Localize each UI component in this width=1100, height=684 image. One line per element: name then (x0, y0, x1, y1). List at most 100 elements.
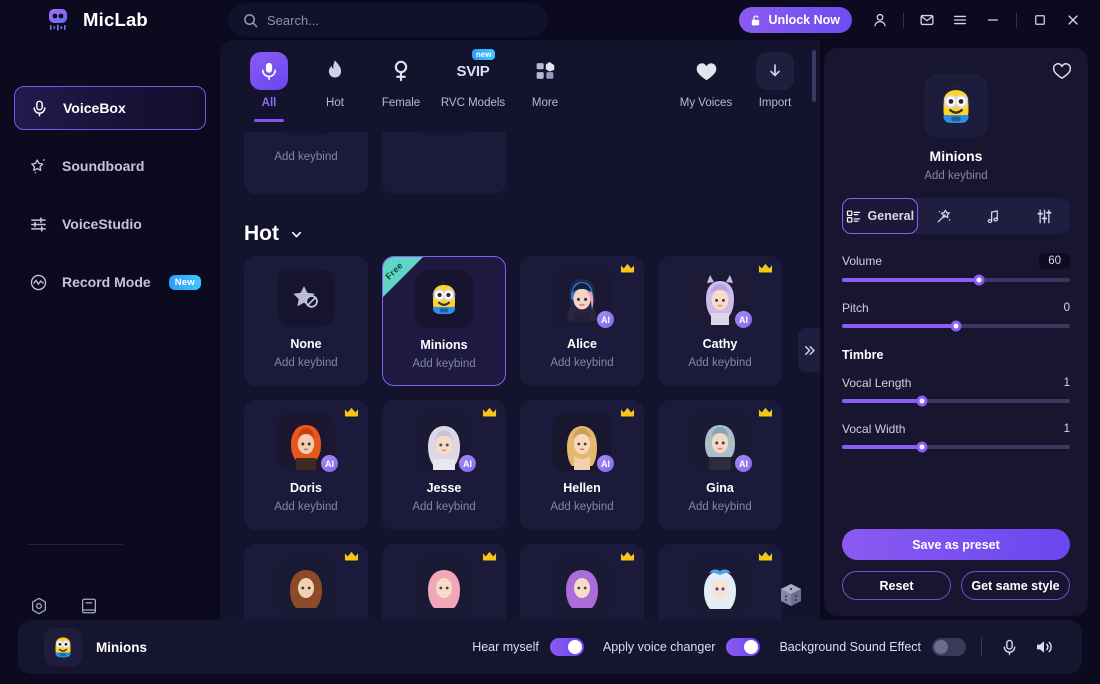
grid-scrollbar[interactable] (812, 50, 816, 102)
sidebar-item-voicebox[interactable]: VoiceBox (14, 86, 206, 130)
voice-keybind[interactable]: Add keybind (688, 357, 751, 369)
expand-panel-button[interactable] (798, 328, 820, 372)
voice-card-cathy[interactable]: AI Cathy Add keybind (658, 256, 782, 386)
slider-track[interactable] (842, 274, 1070, 286)
grid-squares-icon (526, 52, 564, 90)
speaker-button[interactable] (1032, 635, 1056, 659)
title-bar: MicLab Search... Unlock Now (0, 0, 1100, 40)
voice-card-jesse[interactable]: AI Jesse Add keybind (382, 400, 506, 530)
voice-avatar (277, 557, 335, 615)
sidebar-item-soundboard[interactable]: Soundboard (14, 144, 206, 188)
slider-volume[interactable]: Volume 60 (842, 253, 1070, 286)
voice-card-none[interactable]: None Add keybind (244, 256, 368, 386)
menu-button[interactable] (945, 5, 975, 35)
manual-book-icon[interactable] (78, 595, 100, 617)
minimize-icon (985, 12, 1001, 28)
microphone-button[interactable] (997, 635, 1021, 659)
voice-card[interactable]: Add keybind (244, 132, 368, 194)
background-sound-effect-toggle[interactable] (932, 638, 966, 656)
active-voice[interactable]: Minions (18, 628, 147, 666)
voice-keybind[interactable]: Add keybind (412, 501, 475, 513)
voice-card[interactable] (382, 544, 506, 620)
active-voice-name: Minions (96, 639, 147, 655)
dice-random-button[interactable] (776, 580, 806, 610)
slider-track[interactable] (842, 395, 1070, 407)
ai-badge: AI (458, 454, 477, 473)
dice-random-icon (777, 581, 805, 609)
tab-music[interactable] (968, 198, 1019, 234)
crown-premium-icon (344, 550, 359, 562)
apply-voice-changer-toggle[interactable] (726, 638, 761, 656)
robot-logo-icon (44, 6, 72, 34)
sidebar-item-record-mode[interactable]: Record Mode New (14, 260, 206, 304)
voice-card-alice[interactable]: AI Alice Add keybind (520, 256, 644, 386)
category-action-import[interactable]: Import (744, 52, 806, 109)
voice-card-hellen[interactable]: AI Hellen Add keybind (520, 400, 644, 530)
voice-keybind[interactable]: Add keybind (688, 501, 751, 513)
hear-myself-label: Hear myself (472, 640, 539, 654)
tab-effects[interactable] (918, 198, 969, 234)
voice-card[interactable] (244, 544, 368, 620)
slider-pitch[interactable]: Pitch 0 (842, 301, 1070, 332)
category-label: All (261, 97, 277, 109)
microphone-icon (250, 52, 288, 90)
voice-card[interactable] (382, 132, 506, 194)
category-tab-more[interactable]: More (512, 52, 578, 109)
chevron-down-icon[interactable] (289, 227, 304, 242)
close-button[interactable] (1058, 5, 1088, 35)
slider-vocal-width[interactable]: Vocal Width 1 (842, 422, 1070, 453)
get-same-style-button[interactable]: Get same style (961, 571, 1070, 600)
search-input[interactable]: Search... (228, 3, 548, 37)
voice-card[interactable] (658, 544, 782, 620)
voice-avatar (415, 270, 473, 328)
hear-myself-toggle[interactable] (549, 638, 584, 656)
slider-track[interactable] (842, 320, 1070, 332)
save-as-preset-button[interactable]: Save as preset (842, 529, 1070, 560)
mail-icon (919, 12, 935, 28)
slider-vocal-length[interactable]: Vocal Length 1 (842, 376, 1070, 407)
voice-card[interactable] (520, 544, 644, 620)
slider-track[interactable] (842, 441, 1070, 453)
category-tab-hot[interactable]: Hot (302, 52, 368, 109)
sidebar-item-voicestudio[interactable]: VoiceStudio (14, 202, 206, 246)
minimize-button[interactable] (978, 5, 1008, 35)
unlock-now-button[interactable]: Unlock Now (739, 7, 852, 33)
detail-keybind[interactable]: Add keybind (842, 170, 1070, 182)
voice-keybind[interactable]: Add keybind (274, 151, 337, 163)
tab-general[interactable]: General (842, 198, 918, 234)
slider-thumb[interactable] (916, 395, 928, 407)
favorite-button[interactable] (1052, 62, 1072, 80)
reset-button[interactable]: Reset (842, 571, 951, 600)
voice-card-minions[interactable]: Free Minions Add keybind (382, 256, 506, 386)
slider-label: Vocal Width (842, 422, 906, 436)
category-tab-rvc-models[interactable]: SVIP new RVC Models (434, 49, 512, 109)
sidebar-item-label: Soundboard (62, 158, 145, 174)
slider-thumb[interactable] (973, 274, 985, 286)
mail-button[interactable] (912, 5, 942, 35)
category-tab-female[interactable]: Female (368, 52, 434, 109)
category-action-my-voices[interactable]: My Voices (668, 52, 744, 109)
maximize-button[interactable] (1025, 5, 1055, 35)
voice-keybind[interactable]: Add keybind (550, 501, 613, 513)
slider-label: Vocal Length (842, 376, 912, 390)
slider-thumb[interactable] (916, 441, 928, 453)
category-tab-all[interactable]: All (236, 52, 302, 122)
search-placeholder: Search... (267, 12, 320, 28)
voice-keybind[interactable]: Add keybind (550, 357, 613, 369)
slider-thumb[interactable] (950, 320, 962, 332)
voice-keybind[interactable]: Add keybind (412, 358, 475, 370)
voice-card-doris[interactable]: AI Doris Add keybind (244, 400, 368, 530)
apply-voice-changer-label: Apply voice changer (602, 640, 716, 654)
slider-value: 0 (1063, 302, 1070, 314)
timbre-group-title: Timbre (842, 348, 884, 362)
voice-card-gina[interactable]: AI Gina Add keybind (658, 400, 782, 530)
tab-equalizer[interactable] (1019, 198, 1070, 234)
settings-gear-icon[interactable] (28, 595, 50, 617)
account-button[interactable] (865, 5, 895, 35)
voice-keybind[interactable]: Add keybind (274, 357, 337, 369)
close-icon (1065, 12, 1081, 28)
flame-icon (316, 52, 354, 90)
crown-premium-icon (482, 406, 497, 418)
section-header[interactable]: Hot (220, 208, 820, 256)
voice-keybind[interactable]: Add keybind (274, 501, 337, 513)
